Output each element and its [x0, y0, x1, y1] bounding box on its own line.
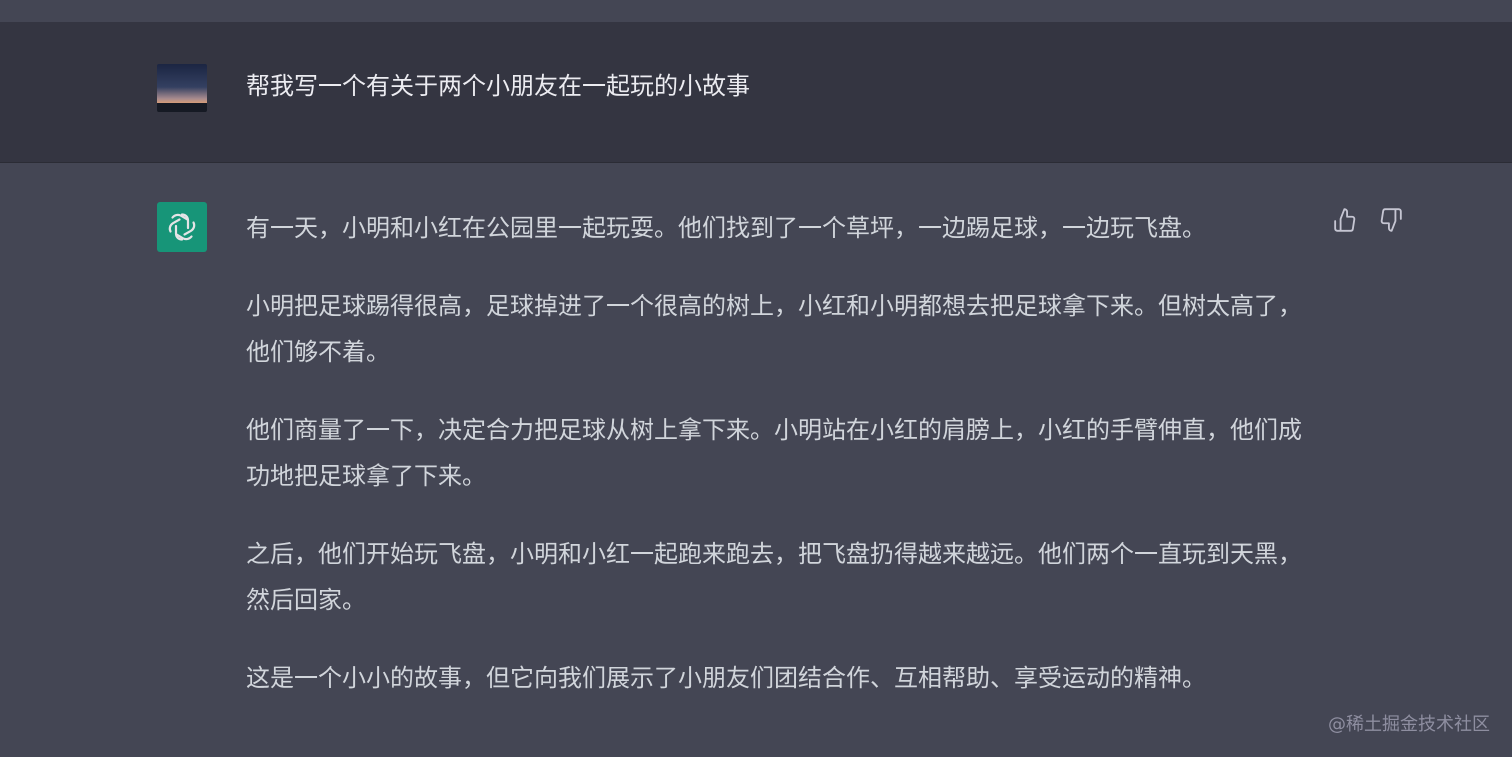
assistant-paragraph-3: 他们商量了一下，决定合力把足球从树上拿下来。小明站在小红的肩膀上，小红的手臂伸直…: [246, 416, 1302, 490]
watermark: @稀土掘金技术社区: [1328, 714, 1490, 735]
openai-logo-icon: [168, 213, 196, 241]
user-message-row: 帮我写一个有关于两个小朋友在一起玩的小故事: [0, 22, 1512, 163]
assistant-message-text: 有一天，小明和小红在公园里一起玩耍。他们找到了一个草坪，一边踢足球，一边玩飞盘。…: [246, 205, 1306, 733]
assistant-paragraph-5: 这是一个小小的故事，但它向我们展示了小朋友们团结合作、互相帮助、享受运动的精神。: [246, 664, 1206, 692]
feedback-controls: [1331, 205, 1405, 235]
sunset-avatar-icon: [157, 64, 207, 112]
top-strip: [0, 0, 1512, 22]
thumbs-up-icon: [1334, 208, 1356, 232]
assistant-paragraph-1: 有一天，小明和小红在公园里一起玩耍。他们找到了一个草坪，一边踢足球，一边玩飞盘。: [246, 214, 1206, 242]
assistant-message-row: 有一天，小明和小红在公园里一起玩耍。他们找到了一个草坪，一边踢足球，一边玩飞盘。…: [0, 163, 1512, 757]
user-avatar: [157, 64, 207, 112]
user-message-text: 帮我写一个有关于两个小朋友在一起玩的小故事: [246, 72, 750, 100]
assistant-paragraph-2: 小明把足球踢得很高，足球掉进了一个很高的树上，小红和小明都想去把足球拿下来。但树…: [246, 292, 1302, 366]
assistant-paragraph-4: 之后，他们开始玩飞盘，小明和小红一起跑来跑去，把飞盘扔得越来越远。他们两个一直玩…: [246, 540, 1302, 614]
assistant-avatar: [157, 202, 207, 252]
chat-page: 帮我写一个有关于两个小朋友在一起玩的小故事 有一天，小明和小红在公园里一起玩耍。…: [0, 0, 1512, 757]
thumbs-up-button[interactable]: [1331, 205, 1361, 235]
thumbs-down-icon: [1380, 208, 1402, 232]
thumbs-down-button[interactable]: [1375, 205, 1405, 235]
